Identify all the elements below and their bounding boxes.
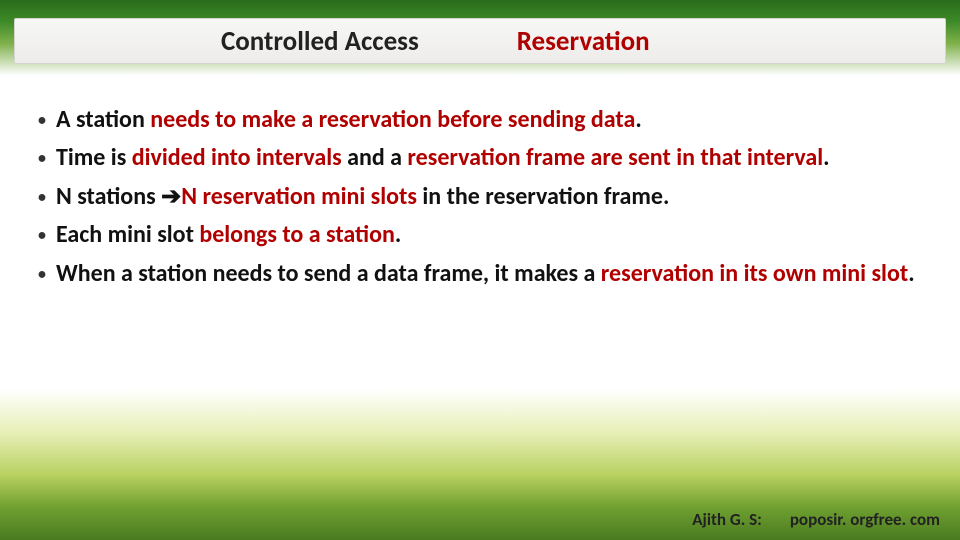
bullet-text: A station needs to make a reservation be…: [56, 104, 932, 136]
bullet-text: Each mini slot belongs to a station.: [56, 219, 932, 251]
list-item: • When a station needs to send a data fr…: [28, 258, 932, 290]
bullet-icon: •: [28, 219, 56, 247]
title-bar: Controlled Access Reservation: [14, 18, 946, 64]
bullet-list: • A station needs to make a reservation …: [28, 104, 932, 290]
list-item: • Each mini slot belongs to a station.: [28, 219, 932, 251]
footer-site: poposir. orgfree. com: [790, 509, 940, 530]
footer-author: Ajith G. S:: [692, 509, 762, 530]
content-area: • A station needs to make a reservation …: [28, 104, 932, 296]
footer: Ajith G. S: poposir. orgfree. com: [692, 509, 940, 530]
list-item: • A station needs to make a reservation …: [28, 104, 932, 136]
arrow-icon: ➔: [161, 183, 181, 210]
title-sub: Reservation: [517, 25, 650, 58]
bullet-text: When a station needs to send a data fram…: [56, 258, 932, 290]
title-main: Controlled Access: [221, 25, 419, 58]
bullet-icon: •: [28, 258, 56, 286]
bullet-icon: •: [28, 104, 56, 132]
bullet-text: Time is divided into intervals and a res…: [56, 142, 932, 174]
bullet-text: N stations ➔N reservation mini slots in …: [56, 181, 932, 213]
bullet-icon: •: [28, 142, 56, 170]
slide: Controlled Access Reservation • A statio…: [0, 0, 960, 540]
list-item: • Time is divided into intervals and a r…: [28, 142, 932, 174]
list-item: • N stations ➔N reservation mini slots i…: [28, 181, 932, 213]
bullet-icon: •: [28, 181, 56, 209]
